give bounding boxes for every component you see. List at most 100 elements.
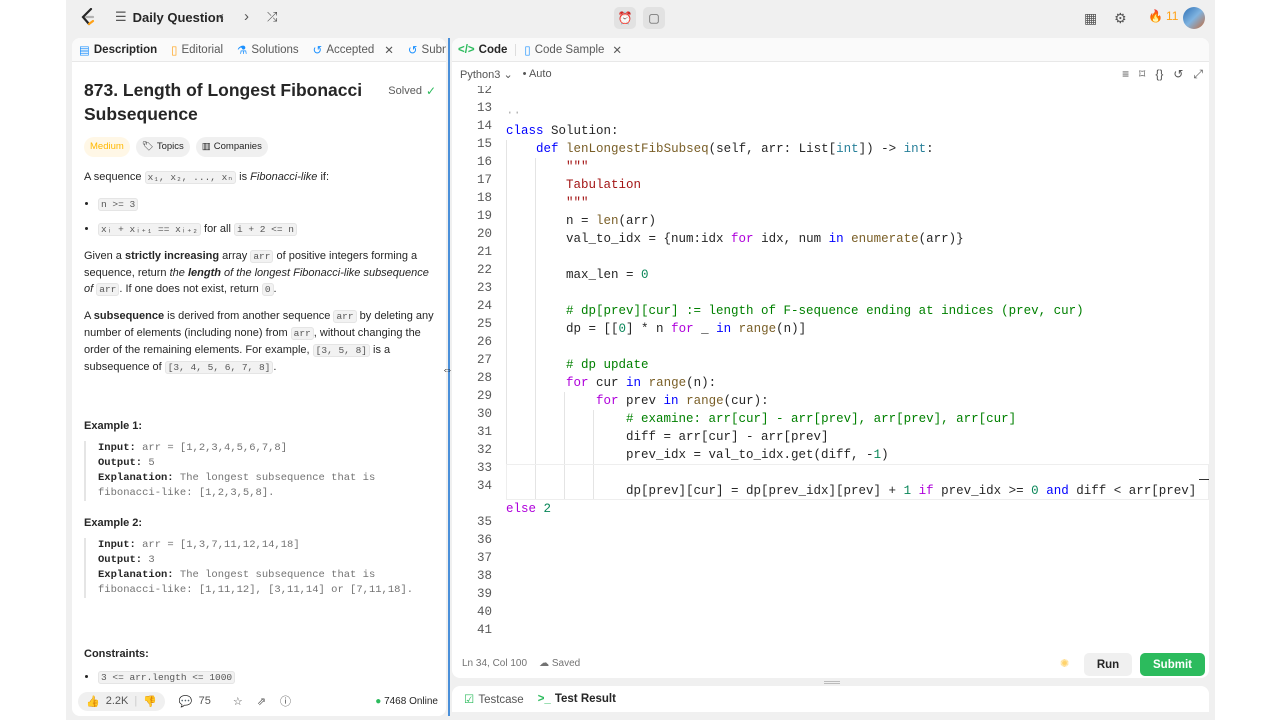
scroll-marker <box>1199 479 1209 480</box>
format-icon[interactable]: ≡ <box>1122 67 1129 82</box>
inline-code: arr <box>250 250 274 263</box>
comment-icon[interactable]: 💬 <box>179 695 193 708</box>
line-number: 38 <box>476 569 492 583</box>
bookmark-icon[interactable]: ⌑ <box>1139 67 1145 82</box>
saved-label: Saved <box>551 657 581 669</box>
share-icon[interactable]: ⇗ <box>257 695 266 708</box>
gear-icon[interactable]: ⚙ <box>1114 9 1127 27</box>
avatar[interactable] <box>1183 7 1205 29</box>
tab-description[interactable]: ▤ Description <box>72 38 164 62</box>
list-icon: ☰ <box>115 9 127 24</box>
input-value: arr = [1,2,3,4,5,6,7,8] <box>135 442 288 454</box>
constraints-title: Constraints: <box>84 648 149 660</box>
topics-label: Topics <box>156 141 184 152</box>
line-number: 21 <box>476 245 492 259</box>
code-line: dp = [[0] * n for _ in range(n)] <box>506 322 807 336</box>
line-number: 13 <box>476 101 492 115</box>
tab-testcase[interactable]: ☑ Testcase <box>464 692 524 706</box>
tab-solutions[interactable]: ⚗ Solutions <box>230 38 306 62</box>
paragraph-task: Given a strictly increasing array arr of… <box>84 248 436 298</box>
tab-code-sample[interactable]: ▯ Code Sample ✕ <box>524 43 622 57</box>
code-line: class Solution: <box>506 124 619 138</box>
braces-icon[interactable]: {} <box>1155 67 1163 82</box>
line-number: 24 <box>476 299 492 313</box>
tab-label: Accepted <box>326 43 375 56</box>
line-number: 26 <box>476 335 492 349</box>
condition-list: n >= 3 xᵢ + xᵢ₊₁ == xᵢ₊₂ for all i + 2 <… <box>98 196 436 238</box>
text: Fibonacci-like <box>250 171 318 183</box>
tab-submissions[interactable]: ↺ Subm <box>401 38 446 62</box>
app-window: ☰ Daily Question ‹ › ⤮ ⏰ ▢ ▦ ⚙ 🔥 11 ▤ De… <box>66 0 1215 720</box>
code-line: ·· <box>506 106 522 120</box>
output-label: Output: <box>98 457 143 469</box>
problem-panel: ▤ Description ▯ Editorial ⚗ Solutions ↺ … <box>72 38 446 716</box>
code-line: for cur in range(n): <box>566 376 717 390</box>
star-icon[interactable]: ☆ <box>233 695 243 708</box>
code-line: dp[prev][cur] = dp[prev_idx][prev] + 1 i… <box>506 484 1197 498</box>
lightbulb-icon[interactable]: ✺ <box>1060 657 1069 670</box>
tab-editorial[interactable]: ▯ Editorial <box>164 38 230 62</box>
explanation-text: fibonacci-like: [1,2,3,5,8]. <box>98 487 275 499</box>
layout-grid-icon[interactable]: ▦ <box>1084 9 1097 27</box>
language-select[interactable]: Python3 ⌄ <box>460 68 513 81</box>
terminal-icon: >_ <box>537 693 551 705</box>
tab-label: Test Result <box>554 693 616 705</box>
thumbs-up-icon[interactable]: 👍 <box>86 695 100 708</box>
timer-button[interactable]: ⏰ <box>614 7 636 29</box>
solved-label: Solved <box>388 85 422 97</box>
tag-icon: 🏷 <box>141 141 154 152</box>
code-panel: </> Code ▯ Code Sample ✕ Python3 ⌄ • Aut… <box>452 38 1209 678</box>
tab-label: Code Sample <box>534 43 605 56</box>
inline-code: [3, 5, 8] <box>312 344 370 357</box>
chevron-right-icon[interactable]: › <box>244 8 249 26</box>
streak-counter[interactable]: 🔥 11 <box>1148 9 1178 23</box>
inline-code: [3, 4, 5, 6, 7, 8] <box>164 361 274 374</box>
streak-count: 11 <box>1165 9 1179 23</box>
chevron-left-icon[interactable]: ‹ <box>219 8 224 26</box>
file-icon: ▯ <box>524 44 531 57</box>
panel-divider[interactable] <box>448 38 450 716</box>
code-editor[interactable]: 12 13 14 15 16 17 18 19 20 21 22 23 24 25 26 27 28 29 30 31… <box>452 86 1209 646</box>
notes-button[interactable]: ▢ <box>643 7 665 29</box>
tab-test-result[interactable]: >_ Test Result <box>538 693 616 705</box>
online-count: ● 7468 Online <box>375 696 438 707</box>
difficulty-badge[interactable]: Medium <box>84 137 130 157</box>
line-number: 14 <box>476 119 492 133</box>
line-number: 32 <box>476 443 492 457</box>
inline-code: n >= 3 <box>98 198 139 211</box>
auto-toggle[interactable]: • Auto <box>523 68 552 80</box>
explanation-text: The longest subsequence that is <box>173 472 376 484</box>
paragraph-subsequence: A subsequence is derived from another se… <box>84 308 436 376</box>
tab-code[interactable]: </> Code <box>458 44 507 56</box>
help-icon[interactable]: ⓘ <box>280 693 291 709</box>
close-icon[interactable]: ✕ <box>384 43 394 57</box>
code-line: max_len = 0 <box>506 268 649 282</box>
resize-handle[interactable] <box>824 681 840 684</box>
inline-code: i + 2 <= n <box>233 223 297 236</box>
tab-accepted[interactable]: ↺ Accepted ✕ <box>306 38 401 62</box>
topics-tag[interactable]: 🏷 Topics <box>135 137 190 157</box>
code-line: # examine: arr[cur] - arr[prev], arr[pre… <box>626 412 1017 426</box>
leetcode-logo-icon[interactable] <box>80 8 96 26</box>
daily-question-button[interactable]: ☰ Daily Question <box>115 9 224 25</box>
example-2-block: Input: arr = [1,3,7,11,12,14,18] Output:… <box>84 538 436 598</box>
fullscreen-icon[interactable]: ⤢ <box>1193 67 1203 82</box>
close-icon[interactable]: ✕ <box>612 43 622 57</box>
code-line: prev_idx = val_to_idx.get(diff, -1) <box>506 448 889 462</box>
run-button[interactable]: Run <box>1084 653 1132 676</box>
line-number: 15 <box>476 137 492 151</box>
companies-tag[interactable]: ▥ Companies <box>195 137 268 157</box>
line-number: 35 <box>476 515 492 529</box>
inline-code: arr <box>290 327 314 340</box>
reset-icon[interactable]: ↺ <box>1173 67 1183 82</box>
thumbs-down-icon[interactable]: 👎 <box>143 695 157 708</box>
text: . <box>273 283 277 295</box>
online-dot-icon: ● <box>375 695 382 707</box>
text: strictly increasing <box>124 250 220 262</box>
submit-button[interactable]: Submit <box>1140 653 1205 676</box>
shuffle-icon[interactable]: ⤮ <box>267 8 277 26</box>
like-dislike-group: 👍 2.2K | 👎 <box>78 691 165 711</box>
tab-label: Solutions <box>251 43 299 56</box>
code-line: n = len(arr) <box>506 214 657 228</box>
problem-tags: Medium 🏷 Topics ▥ Companies <box>84 137 436 157</box>
